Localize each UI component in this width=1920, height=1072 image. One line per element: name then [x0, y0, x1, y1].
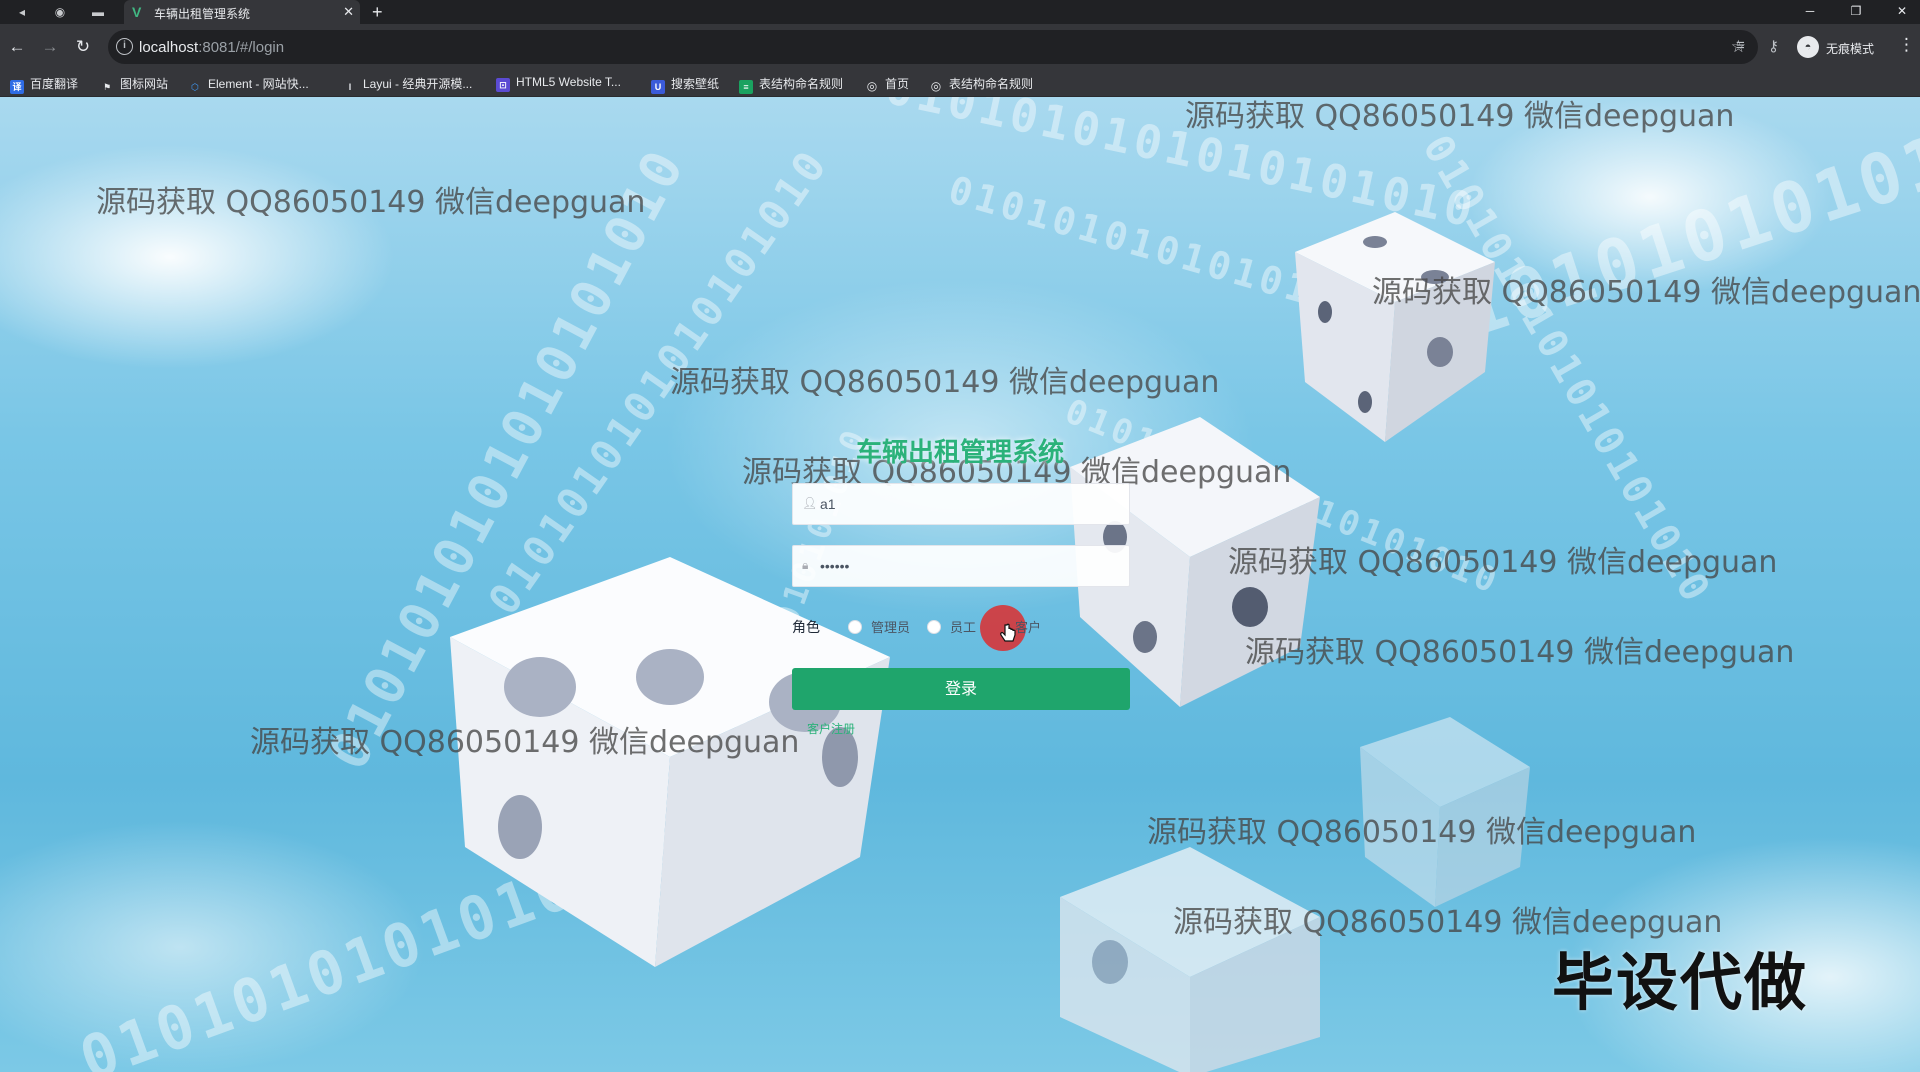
reading-list-icon[interactable]: ≡ — [1736, 37, 1745, 54]
incognito-label: 无痕模式 — [1826, 42, 1875, 56]
login-button[interactable]: 登录 — [792, 668, 1130, 710]
watermark-text: 源码获取 QQ86050149 微信deepguan — [1245, 635, 1795, 670]
vue-logo-icon: V — [132, 4, 142, 20]
role-option-label[interactable]: 员工 — [950, 617, 976, 636]
key-icon[interactable]: ⚷ — [1768, 37, 1779, 55]
watermark-text: 源码获取 QQ86050149 微信deepguan — [1372, 275, 1920, 310]
watermark-text: 源码获取 QQ86050149 微信deepguan — [670, 365, 1220, 400]
role-label: 角色 — [792, 620, 820, 636]
role-radio-staff[interactable] — [927, 620, 941, 634]
hand-cursor-icon — [1000, 623, 1016, 642]
watermark-text: 源码获取 QQ86050149 微信deepguan — [96, 185, 646, 220]
layui-icon: l — [348, 82, 352, 92]
speaker-icon[interactable]: ◂ — [10, 2, 34, 22]
bookmarks-bar: 译百度翻译 ⚑ 图标网站 ⬡ Element - 网站快... l Layui - 经… — [0, 70, 1920, 97]
globe-icon: ◎ — [930, 79, 942, 93]
bottom-die-image — [1060, 847, 1320, 1072]
forward-icon[interactable]: → — [37, 35, 63, 61]
register-link[interactable]: 客户注册 — [807, 720, 855, 737]
flag-icon: ⚑ — [102, 82, 112, 92]
bookmark-item[interactable]: ⬡ Element - 网站快... — [188, 75, 309, 92]
watermark-text: 源码获取 QQ86050149 微信deepguan — [1228, 545, 1778, 580]
sheet-icon: ≡ — [739, 80, 753, 94]
bookmark-item[interactable]: l Layui - 经典开源模... — [343, 75, 473, 92]
tab-switcher-icon[interactable]: ▬ — [86, 2, 110, 22]
login-page: 0101010101010101010 0101010101010101010 … — [0, 97, 1920, 1072]
login-title: 车辆出租管理系统 — [855, 438, 1064, 468]
bookmark-item[interactable]: 译百度翻译 — [10, 75, 78, 94]
reload-icon[interactable]: ↻ — [70, 35, 96, 61]
watermark-text: 源码获取 QQ86050149 微信deepguan — [1147, 815, 1697, 850]
chrome-globe-icon[interactable]: ◉ — [48, 2, 72, 22]
incognito-icon: ◓ — [1797, 36, 1819, 58]
baidu-translate-icon: 译 — [10, 80, 24, 94]
minimize-icon[interactable]: ─ — [1794, 0, 1826, 24]
bookmark-item[interactable]: U 搜索壁纸 — [651, 75, 719, 94]
role-option-label[interactable]: 客户 — [1015, 617, 1041, 636]
username-field[interactable]: 👤︎ — [792, 483, 1130, 525]
corner-overlay-text: 毕设代做 — [1552, 946, 1809, 1019]
bookmark-item[interactable]: ◎ 表结构命名规则 — [929, 75, 1033, 93]
lock-icon: 🔒︎ — [802, 558, 809, 572]
new-tab-icon[interactable]: + — [372, 1, 383, 23]
bookmark-item[interactable]: ⊡ HTML5 Website T... — [496, 75, 621, 92]
username-input[interactable] — [820, 493, 1120, 515]
html5-template-icon: ⊡ — [496, 78, 510, 92]
back-icon[interactable]: ← — [4, 35, 30, 61]
watermark-text: 源码获取 QQ86050149 微信deepguan — [250, 725, 800, 760]
close-icon[interactable]: ✕ — [343, 3, 354, 21]
role-radio-admin[interactable] — [848, 620, 862, 634]
tab-title: 车辆出租管理系统 — [154, 7, 251, 21]
globe-icon: ◎ — [866, 79, 878, 93]
tab-active[interactable]: V 车辆出租管理系统 ✕ — [124, 0, 360, 24]
window-close-icon[interactable]: ✕ — [1886, 0, 1918, 24]
url-text[interactable]: localhost:8081/#/login — [139, 39, 284, 56]
wallpaper-search-icon: U — [651, 80, 665, 94]
element-hex-icon: ⬡ — [191, 82, 199, 92]
password-field[interactable]: 🔒︎ — [792, 545, 1130, 587]
password-input[interactable] — [820, 555, 1120, 577]
user-icon: 👤︎ — [802, 496, 818, 510]
watermark-text: 源码获取 QQ86050149 微信deepguan — [1185, 99, 1735, 134]
more-menu-icon[interactable]: ⋮ — [1898, 35, 1915, 55]
site-info-icon[interactable]: i — [116, 38, 133, 55]
bookmark-item[interactable]: ≡ 表结构命名规则 — [739, 75, 843, 94]
role-option-label[interactable]: 管理员 — [871, 617, 910, 636]
browser-toolbar: ← → ↻ i localhost:8081/#/login ☆ ≡ ⚷ ◓ 无… — [0, 24, 1920, 70]
top-right-die-image — [1295, 212, 1495, 442]
restore-icon[interactable]: ❐ — [1840, 0, 1872, 24]
address-bar[interactable]: i localhost:8081/#/login ☆ — [108, 30, 1758, 64]
bookmark-item[interactable]: ◎ 首页 — [865, 75, 909, 93]
bookmark-item[interactable]: ⚑ 图标网站 — [100, 75, 168, 92]
browser-tab-bar: ◂ ◉ ▬ V 车辆出租管理系统 ✕ + ─ ❐ ✕ — [0, 0, 1920, 24]
